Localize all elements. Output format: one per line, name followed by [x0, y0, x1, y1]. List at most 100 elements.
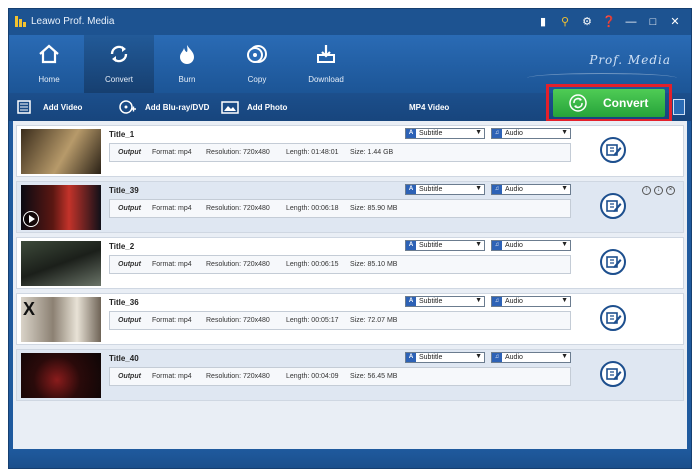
add-bluray-label: Add Blu-ray/DVD	[145, 102, 210, 112]
subtitle-icon: A	[406, 241, 416, 250]
subtitle-dropdown[interactable]: A Subtitle ▼	[405, 128, 485, 139]
nav-home-label: Home	[38, 75, 60, 84]
brand-swoosh	[527, 73, 677, 83]
add-photo-icon	[221, 101, 239, 114]
edit-icon	[606, 200, 622, 212]
video-thumbnail[interactable]	[21, 129, 101, 174]
move-up-icon[interactable]: ↑	[642, 186, 651, 195]
edit-video-button[interactable]	[600, 305, 626, 331]
audio-dropdown[interactable]: ♫ Audio ▼	[491, 352, 571, 363]
subtitle-dropdown[interactable]: A Subtitle ▼	[405, 184, 485, 195]
nav-copy[interactable]: Copy	[222, 35, 292, 93]
length-value: Length: 00:05:17	[286, 317, 339, 324]
edit-icon	[606, 256, 622, 268]
nav-home[interactable]: Home	[14, 35, 84, 93]
video-thumbnail[interactable]	[21, 353, 101, 398]
length-value: Length: 00:06:18	[286, 205, 339, 212]
add-bluray-button[interactable]: Add Blu-ray/DVD	[119, 99, 209, 115]
subtitle-dropdown[interactable]: A Subtitle ▼	[405, 240, 485, 251]
video-thumbnail[interactable]: X	[21, 297, 101, 342]
video-list: Title_1 A Subtitle ▼ ♫ Audio ▼ Output Format…	[13, 121, 687, 449]
convert-button[interactable]: Convert	[553, 89, 665, 117]
audio-icon: ♫	[492, 185, 502, 194]
output-info: Output Format: mp4 Resolution: 720x480 L…	[109, 143, 571, 162]
video-row[interactable]: Title_39 A Subtitle ▼ ♫ Audio ▼ ↑ ↓ × Output…	[16, 181, 684, 233]
help-icon[interactable]: ❓	[599, 14, 619, 30]
output-profile-selector[interactable]: MP4 Video	[409, 103, 449, 112]
video-thumbnail[interactable]	[21, 185, 101, 230]
output-info: Output Format: mp4 Resolution: 720x480 L…	[109, 311, 571, 330]
resolution-value: Resolution: 720x480	[206, 317, 270, 324]
nav-convert[interactable]: Convert	[84, 35, 154, 93]
format-value: Format: mp4	[152, 317, 192, 324]
remove-icon[interactable]: ×	[666, 186, 675, 195]
subtitle-dropdown[interactable]: A Subtitle ▼	[405, 296, 485, 307]
edit-icon	[606, 312, 622, 324]
copy-icon	[247, 45, 267, 63]
video-row[interactable]: X Title_36 A Subtitle ▼ ♫ Audio ▼ Output For…	[16, 293, 684, 345]
edit-video-button[interactable]	[600, 249, 626, 275]
size-value: Size: 56.45 MB	[350, 373, 398, 380]
video-row[interactable]: Title_40 A Subtitle ▼ ♫ Audio ▼ Output Forma…	[16, 349, 684, 401]
resolution-value: Resolution: 720x480	[206, 149, 270, 156]
brand-logo: Prof. Media	[589, 53, 671, 67]
chevron-down-icon: ▼	[561, 297, 568, 304]
add-photo-label: Add Photo	[247, 102, 288, 112]
size-value: Size: 1.44 GB	[350, 149, 394, 156]
subtitle-icon: A	[406, 129, 416, 138]
chevron-down-icon: ▼	[561, 353, 568, 360]
audio-dropdown[interactable]: ♫ Audio ▼	[491, 184, 571, 195]
add-video-button[interactable]: Add Video	[17, 99, 82, 115]
audio-dropdown-value: Audio	[505, 242, 523, 249]
video-thumbnail[interactable]	[21, 241, 101, 286]
chevron-down-icon: ▼	[475, 353, 482, 360]
video-title: Title_1	[109, 130, 135, 139]
subtitle-dropdown-value: Subtitle	[419, 298, 443, 305]
maximize-icon[interactable]: □	[643, 14, 663, 30]
nav-copy-label: Copy	[247, 75, 267, 84]
nav-burn[interactable]: Burn	[152, 35, 222, 93]
edit-video-button[interactable]	[600, 137, 626, 163]
add-disc-icon	[119, 100, 136, 114]
download-icon	[317, 45, 335, 63]
app-title: Leawo Prof. Media	[31, 16, 115, 27]
chevron-down-icon: ▼	[475, 297, 482, 304]
format-value: Format: mp4	[152, 149, 192, 156]
audio-dropdown-value: Audio	[505, 186, 523, 193]
audio-dropdown[interactable]: ♫ Audio ▼	[491, 296, 571, 307]
subtitle-icon: A	[406, 353, 416, 362]
video-row[interactable]: Title_1 A Subtitle ▼ ♫ Audio ▼ Output Format…	[16, 125, 684, 177]
chevron-down-icon: ▼	[475, 129, 482, 136]
output-info: Output Format: mp4 Resolution: 720x480 L…	[109, 367, 571, 386]
title-bar: Leawo Prof. Media ▮ ⚲ ⚙ ❓ — □ ✕	[9, 9, 691, 35]
format-value: Format: mp4	[152, 373, 192, 380]
feedback-icon[interactable]: ▮	[533, 14, 553, 30]
video-title: Title_36	[109, 298, 139, 307]
settings-icon[interactable]: ⚙	[577, 14, 597, 30]
audio-dropdown[interactable]: ♫ Audio ▼	[491, 128, 571, 139]
edit-video-button[interactable]	[600, 193, 626, 219]
audio-dropdown-value: Audio	[505, 354, 523, 361]
edit-video-button[interactable]	[600, 361, 626, 387]
length-value: Length: 00:04:09	[286, 373, 339, 380]
video-title: Title_40	[109, 354, 139, 363]
close-icon[interactable]: ✕	[665, 14, 685, 30]
chevron-down-icon: ▼	[561, 185, 568, 192]
add-photo-button[interactable]: Add Photo	[221, 99, 287, 115]
move-down-icon[interactable]: ↓	[654, 186, 663, 195]
audio-icon: ♫	[492, 353, 502, 362]
chevron-down-icon: ▼	[475, 185, 482, 192]
video-row[interactable]: Title_2 A Subtitle ▼ ♫ Audio ▼ Output Format…	[16, 237, 684, 289]
audio-dropdown[interactable]: ♫ Audio ▼	[491, 240, 571, 251]
nav-download[interactable]: Download	[291, 35, 361, 93]
add-video-label: Add Video	[43, 102, 83, 112]
minimize-icon[interactable]: —	[621, 14, 641, 30]
side-panel-toggle-icon[interactable]	[673, 99, 685, 115]
play-icon[interactable]	[23, 211, 39, 227]
home-icon	[39, 44, 59, 64]
burn-icon	[180, 45, 194, 64]
subtitle-dropdown[interactable]: A Subtitle ▼	[405, 352, 485, 363]
key-icon[interactable]: ⚲	[555, 14, 575, 30]
length-value: Length: 01:48:01	[286, 149, 339, 156]
subtitle-dropdown-value: Subtitle	[419, 186, 443, 193]
